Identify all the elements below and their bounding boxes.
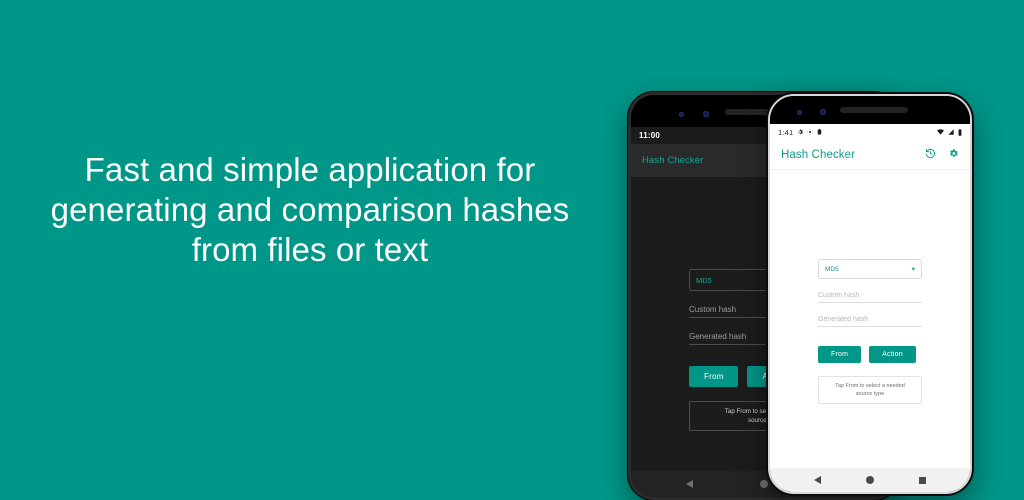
hash-form-light: MD5 ▾ Custom hash Generated hash From Ac… [818, 259, 922, 404]
app-title: Hash Checker [781, 148, 856, 161]
hint-line-1: Tap From to select a needed [835, 383, 905, 389]
status-bar-time: 11:00 [639, 131, 661, 140]
gear-icon[interactable] [948, 146, 959, 164]
app-bar-light: Hash Checker [770, 140, 970, 170]
from-button[interactable]: From [818, 346, 862, 363]
front-camera-icon [797, 110, 802, 115]
back-icon[interactable] [686, 480, 694, 488]
headline-line-2: generating and comparison hashes [50, 191, 570, 228]
headline-line-1: Fast and simple application for [84, 151, 536, 188]
phone-mockup-light: 1:41 Hash Checker MD5 ▾ Custom hash Gene… [768, 94, 972, 494]
custom-hash-placeholder: Custom hash [689, 305, 737, 314]
gear-icon-2 [807, 129, 814, 135]
hint-line-2: source type [855, 391, 885, 397]
promo-headline: Fast and simple application for generati… [0, 150, 620, 270]
status-bar-time: 1:41 [778, 127, 794, 137]
front-camera-icon [679, 112, 684, 117]
action-buttons-row: From Action [818, 346, 922, 363]
nav-bar-light [770, 468, 970, 492]
status-bar-light: 1:41 [770, 124, 970, 140]
battery-icon [958, 128, 962, 136]
chevron-down-icon: ▾ [911, 266, 915, 273]
from-button[interactable]: From [689, 366, 739, 387]
phone-screen-light: 1:41 Hash Checker MD5 ▾ Custom hash Gene… [770, 124, 970, 492]
app-title: Hash Checker [642, 155, 704, 166]
recents-icon[interactable] [918, 476, 926, 484]
front-camera-secondary-icon [703, 111, 709, 117]
algorithm-dropdown-value: MD5 [696, 275, 712, 285]
signal-icon [948, 129, 954, 135]
action-button[interactable]: Action [869, 346, 916, 363]
algorithm-dropdown-value: MD5 [825, 265, 839, 273]
clipboard-icon [817, 129, 822, 135]
front-camera-secondary-icon [820, 109, 826, 115]
home-icon[interactable] [759, 480, 768, 488]
home-icon[interactable] [865, 476, 874, 484]
custom-hash-placeholder: Custom hash [818, 292, 860, 299]
headline-line-3: from files or text [191, 231, 429, 268]
custom-hash-input[interactable]: Custom hash [818, 292, 922, 303]
generated-hash-placeholder: Generated hash [818, 316, 869, 323]
generated-hash-input[interactable]: Generated hash [818, 316, 922, 327]
hint-card: Tap From to select a needed source type [818, 376, 922, 404]
generated-hash-placeholder: Generated hash [689, 332, 747, 341]
back-icon[interactable] [814, 476, 822, 484]
app-content-light: MD5 ▾ Custom hash Generated hash From Ac… [770, 170, 970, 468]
power-button[interactable] [970, 178, 972, 222]
wifi-icon [937, 129, 944, 135]
volume-rocker-button[interactable] [970, 244, 972, 300]
phone-top-hardware-light [770, 96, 970, 124]
earpiece-speaker [840, 107, 908, 113]
gear-icon [797, 129, 804, 135]
history-icon[interactable] [925, 146, 936, 164]
algorithm-dropdown[interactable]: MD5 ▾ [818, 259, 922, 279]
